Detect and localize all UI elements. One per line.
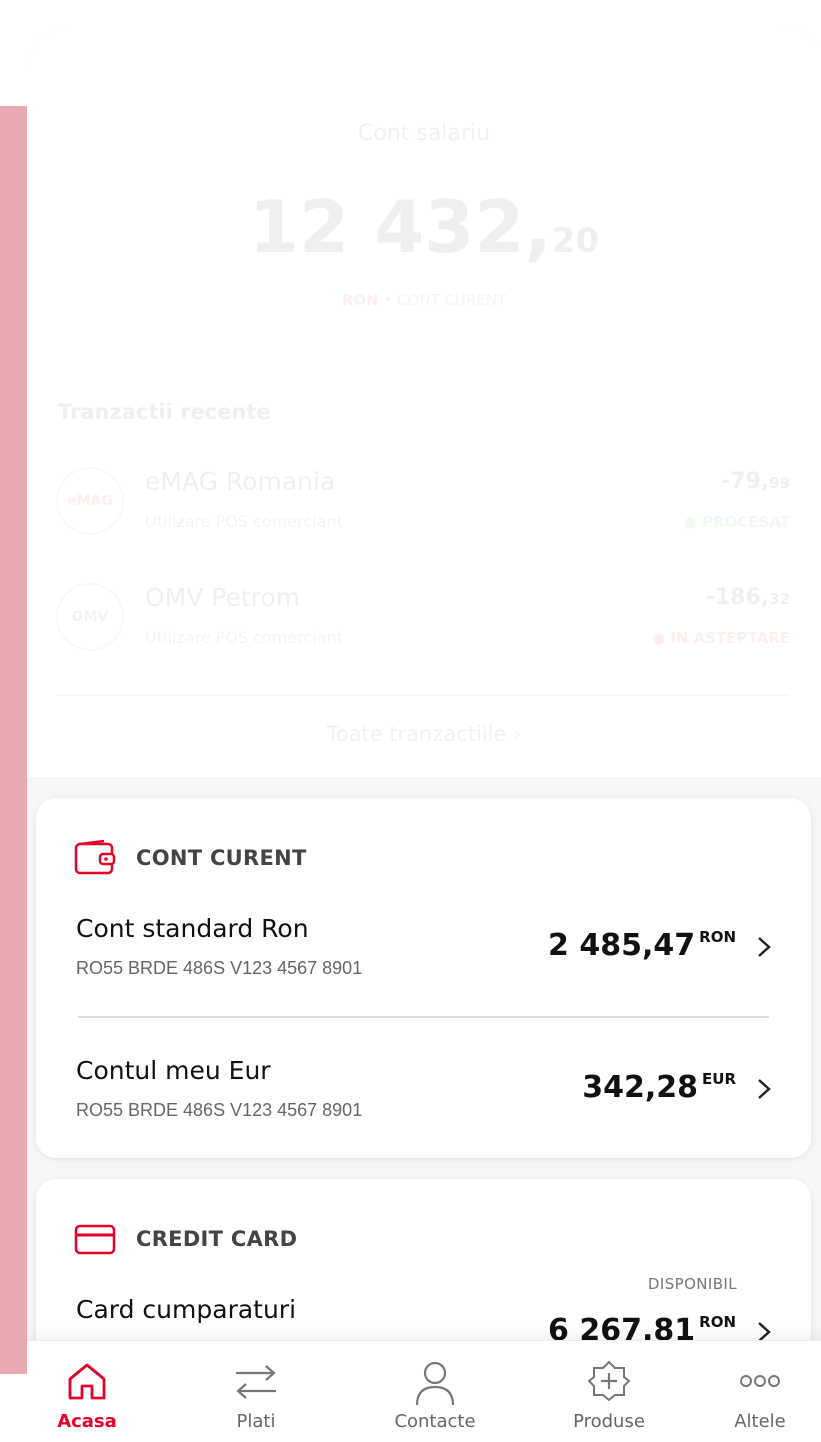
nav-item-plati[interactable]: Plati: [196, 1341, 316, 1442]
nav-label: Plati: [236, 1411, 276, 1432]
amount-decimal: 32: [769, 590, 790, 608]
card-label: CREDIT CARD: [136, 1227, 298, 1251]
subtitle-separator: •: [378, 291, 398, 309]
nav-label: Acasa: [57, 1411, 117, 1432]
account-balance: 12 432,20: [27, 185, 821, 269]
transaction-row[interactable]: OMV OMV Petrom Utilizare POS comerciant …: [56, 581, 790, 661]
merchant-logo: OMV: [56, 583, 124, 651]
transaction-amount: -79,99: [721, 469, 790, 494]
account-amount: 2 485,47 RON: [548, 928, 736, 963]
transaction-merchant: OMV Petrom: [145, 583, 301, 612]
page: Cont salariu 12 432,20 RON • CONT CURENT…: [0, 0, 821, 1442]
products-icon: [587, 1360, 631, 1402]
nav-label: Contacte: [394, 1411, 476, 1432]
bottom-navigation: Acasa Plati Contacte Produse Altele: [27, 1340, 821, 1442]
card-header: CONT CURENT: [74, 838, 307, 878]
transaction-description: Utilizare POS comerciant: [145, 512, 343, 531]
nav-label: Produse: [573, 1411, 645, 1432]
amount-currency: RON: [699, 1313, 736, 1331]
merchant-logo: eMAG: [56, 467, 124, 535]
card-label: CONT CURENT: [136, 846, 307, 870]
transaction-status: ● PROCESAT: [683, 513, 790, 531]
account-name: Contul meu Eur: [76, 1056, 271, 1085]
amount-value: 2 485,47: [548, 928, 696, 963]
nav-item-acasa[interactable]: Acasa: [27, 1341, 147, 1442]
transfer-icon: [236, 1365, 276, 1399]
wallet-icon: [74, 840, 116, 875]
nav-item-produse[interactable]: Produse: [549, 1341, 669, 1442]
account-type: CONT CURENT: [397, 291, 507, 309]
current-account-card: CONT CURENT Cont standard Ron RO55 BRDE …: [36, 798, 811, 1158]
card-name: Card cumparaturi: [76, 1295, 297, 1324]
more-icon: [740, 1375, 780, 1387]
transaction-description: Utilizare POS comerciant: [145, 628, 343, 647]
account-row[interactable]: Cont standard Ron RO55 BRDE 486S V123 45…: [76, 914, 776, 1004]
account-name: Cont standard Ron: [76, 914, 309, 943]
available-label: DISPONIBIL: [647, 1275, 737, 1293]
person-icon: [415, 1361, 455, 1406]
amount-value: 342,28: [582, 1070, 699, 1105]
nav-item-contacte[interactable]: Contacte: [375, 1341, 495, 1442]
recent-transactions-heading: Tranzactii recente: [58, 400, 271, 424]
home-icon: [68, 1363, 106, 1400]
all-transactions-link[interactable]: Toate tranzactiile ›: [27, 722, 821, 746]
amount-decimal: 99: [769, 474, 790, 492]
amount-currency: EUR: [702, 1070, 736, 1088]
account-title: Cont salariu: [357, 121, 491, 146]
amount-currency: RON: [699, 928, 736, 946]
balance-decimal: 20: [551, 221, 600, 261]
balance-integer: 12 432,: [248, 185, 552, 269]
account-currency: RON: [341, 291, 379, 309]
account-amount: 342,28 EUR: [582, 1070, 736, 1105]
transaction-row[interactable]: eMAG eMAG Romania Utilizare POS comercia…: [56, 465, 790, 545]
transactions-divider: [56, 694, 790, 696]
account-summary-section: Cont salariu 12 432,20 RON • CONT CURENT…: [27, 25, 821, 777]
all-transactions-label: Toate tranzactiile: [326, 722, 507, 746]
account-iban: RO55 BRDE 486S V123 4567 8901: [76, 1100, 363, 1120]
chevron-right-icon: [758, 1079, 771, 1099]
account-row[interactable]: Contul meu Eur RO55 BRDE 486S V123 4567 …: [76, 1056, 776, 1146]
transaction-amount: -186,32: [706, 585, 790, 610]
phone-screen: Cont salariu 12 432,20 RON • CONT CURENT…: [27, 25, 821, 1442]
amount-integer: -186,: [705, 585, 770, 610]
chevron-right-icon: [758, 937, 771, 957]
account-iban: RO55 BRDE 486S V123 4567 8901: [76, 958, 363, 978]
transaction-merchant: eMAG Romania: [145, 467, 336, 496]
account-subtitle: RON • CONT CURENT: [27, 291, 821, 309]
nav-label: Altele: [734, 1411, 786, 1432]
card-header: CREDIT CARD: [74, 1219, 297, 1259]
credit-card-icon: [74, 1224, 116, 1255]
amount-integer: -79,: [721, 469, 770, 494]
nav-item-altele[interactable]: Altele: [700, 1341, 820, 1442]
transaction-status: ● IN ASTEPTARE: [651, 629, 790, 647]
card-divider: [78, 1016, 769, 1018]
